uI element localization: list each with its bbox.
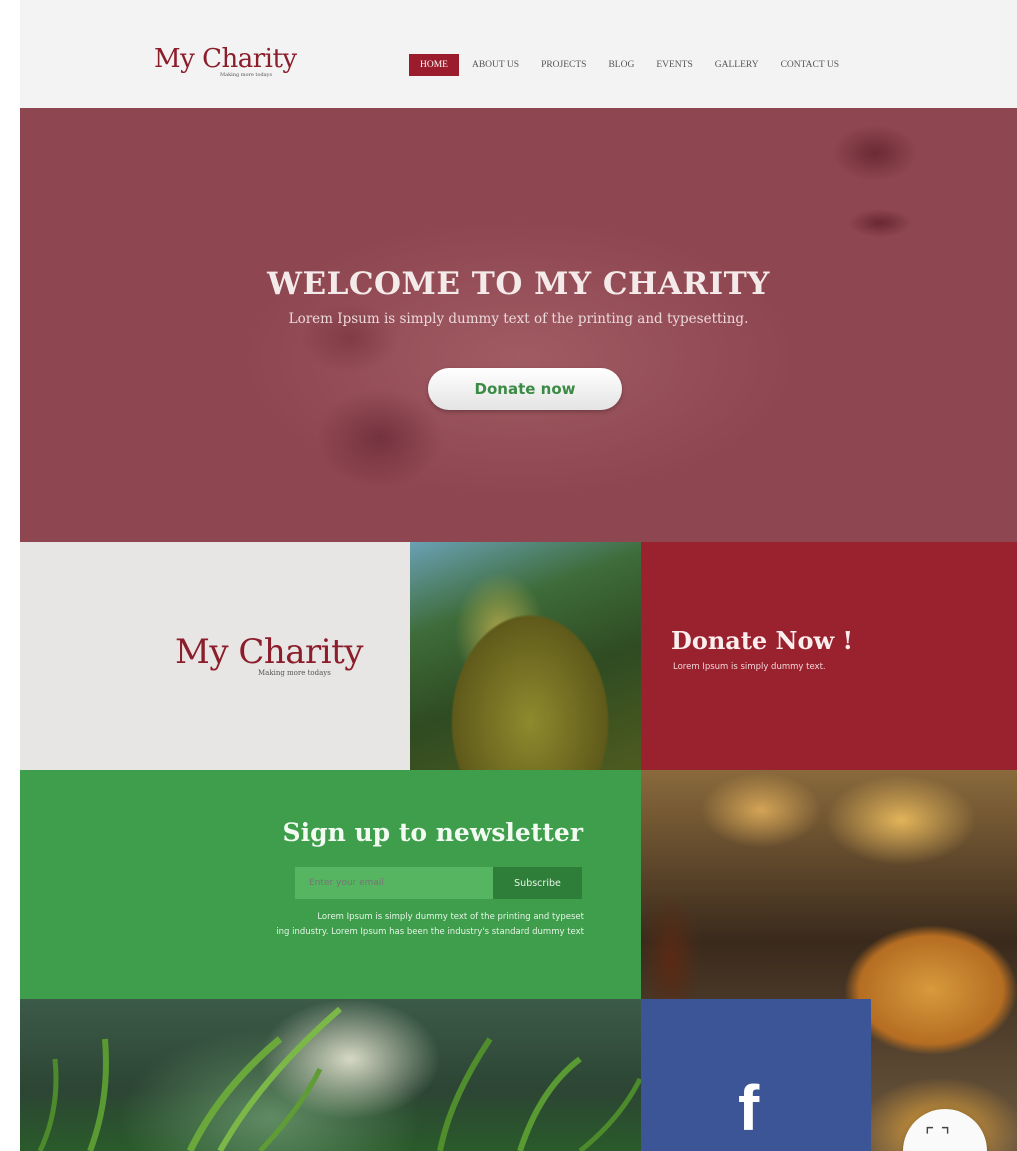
grass-image-tile bbox=[20, 999, 641, 1151]
hero-subtitle: Lorem Ipsum is simply dummy text of the … bbox=[288, 311, 749, 327]
nav-item-home[interactable]: HOME bbox=[409, 54, 459, 76]
facebook-tile[interactable]: f bbox=[641, 999, 871, 1151]
site-header: My Charity Making more todays HOME ABOUT… bbox=[20, 0, 1017, 108]
nav-item-projects[interactable]: PROJECTS bbox=[534, 54, 593, 76]
subscribe-button[interactable]: Subscribe bbox=[493, 867, 582, 899]
newsletter-description: Lorem Ipsum is simply dummy text of the … bbox=[164, 910, 584, 940]
nav-item-contact-us[interactable]: CONTACT US bbox=[774, 54, 846, 76]
large-logo-tagline: Making more todays bbox=[258, 669, 331, 677]
newsletter-text-line-1: Lorem Ipsum is simply dummy text of the … bbox=[317, 912, 584, 922]
nav-item-about-us[interactable]: ABOUT US bbox=[465, 54, 526, 76]
donate-tile-text: Lorem Ipsum is simply dummy text. bbox=[673, 662, 826, 672]
nav-item-events[interactable]: EVENTS bbox=[649, 54, 699, 76]
grass-blades bbox=[37, 1006, 641, 1151]
donate-tile[interactable]: Donate Now ! Lorem Ipsum is simply dummy… bbox=[641, 542, 1017, 770]
logo-tagline: Making more todays bbox=[220, 72, 273, 78]
facebook-icon: f bbox=[738, 1072, 760, 1144]
tree-image-tile bbox=[410, 542, 641, 770]
main-nav: HOME ABOUT US PROJECTS BLOG EVENTS GALLE… bbox=[409, 54, 854, 76]
large-logo-text: My Charity bbox=[175, 632, 364, 672]
newsletter-title: Sign up to newsletter bbox=[282, 818, 583, 847]
nav-item-blog[interactable]: BLOG bbox=[601, 54, 641, 76]
expand-icon: ⌜ ⌝ bbox=[925, 1123, 951, 1147]
logo-tile: My Charity Making more todays bbox=[20, 542, 410, 770]
nav-item-gallery[interactable]: GALLERY bbox=[708, 54, 766, 76]
hero-title: WELCOME TO MY CHARITY bbox=[267, 266, 770, 302]
donate-now-button[interactable]: Donate now bbox=[428, 368, 622, 410]
newsletter-text-line-2: ing industry. Lorem Ipsum has been the i… bbox=[276, 927, 584, 937]
hero-banner: WELCOME TO MY CHARITY Lorem Ipsum is sim… bbox=[20, 108, 1017, 542]
logo-text: My Charity bbox=[154, 44, 297, 74]
newsletter-tile: Sign up to newsletter Subscribe Lorem Ip… bbox=[20, 770, 641, 999]
donate-tile-title: Donate Now ! bbox=[671, 626, 854, 655]
newsletter-email-input[interactable] bbox=[295, 867, 493, 899]
site-logo[interactable]: My Charity Making more todays bbox=[154, 44, 324, 84]
